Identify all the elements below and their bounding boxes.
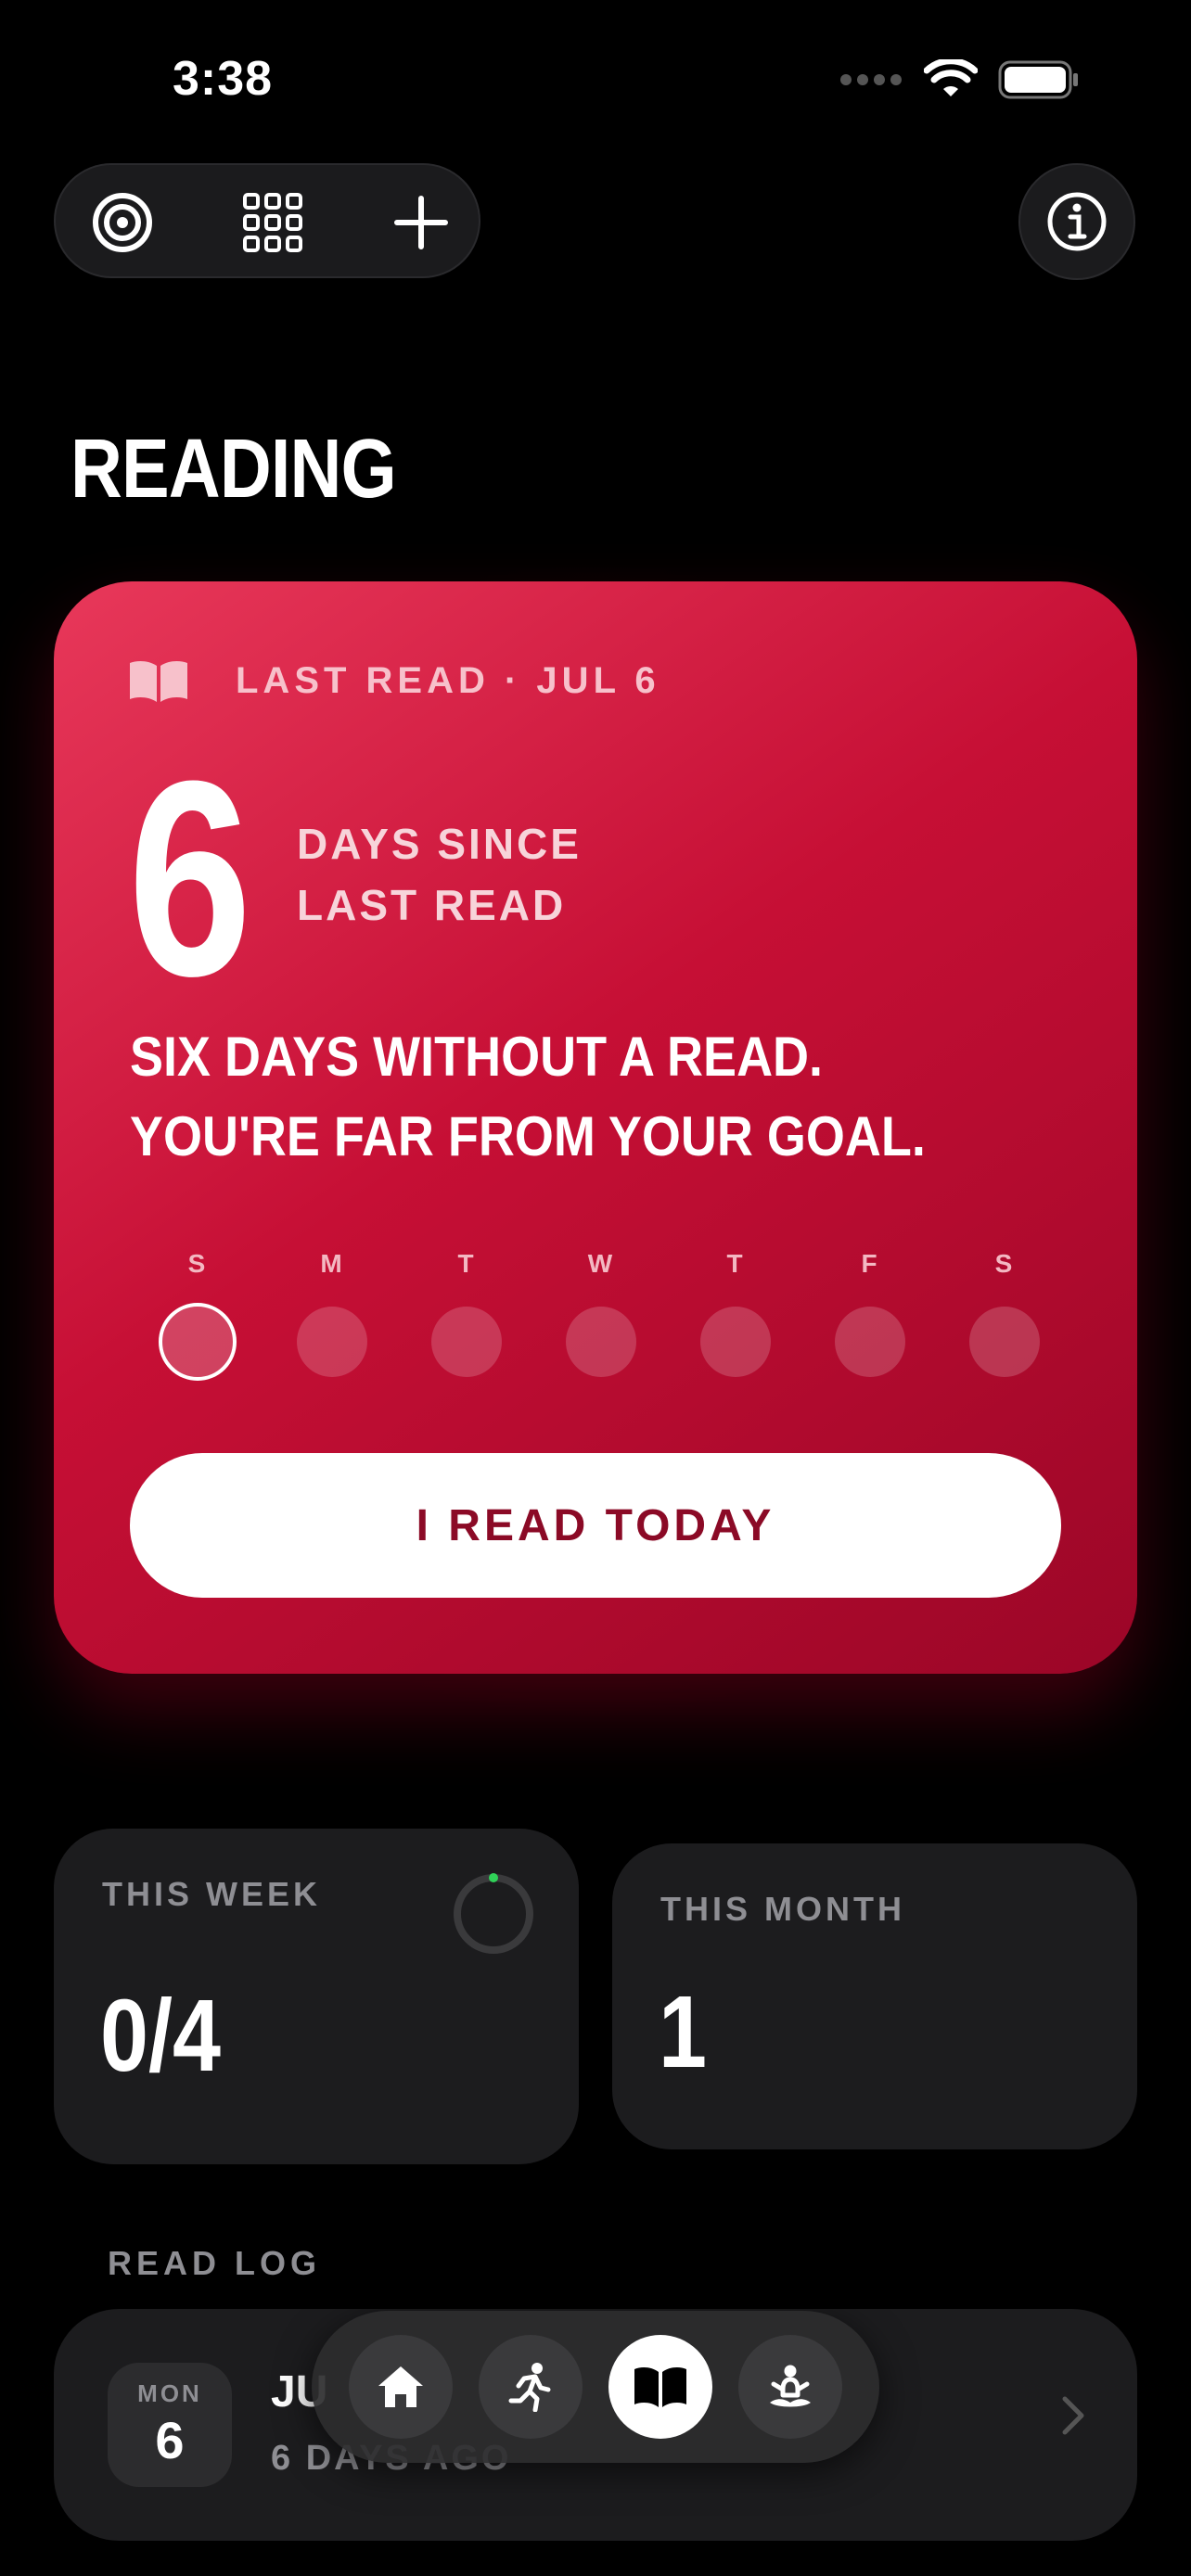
info-button[interactable] [1018,163,1135,280]
chevron-right-icon [1062,2396,1084,2435]
running-icon [508,2363,551,2412]
status-indicators [839,59,1080,100]
day-dot [431,1307,502,1377]
target-icon [93,193,152,252]
day-dot [566,1307,636,1377]
top-toolbar [54,163,480,278]
tab-bar [312,2311,879,2463]
day-dot [700,1307,771,1377]
day-dot [297,1307,367,1377]
goals-button[interactable] [89,189,156,256]
page-title: READING [70,423,397,516]
tab-home[interactable] [349,2335,453,2439]
since-line-2: LAST READ [297,881,567,929]
book-icon [634,2367,686,2407]
day-wednesday[interactable]: W [559,1249,643,1381]
day-label: T [726,1249,745,1278]
day-label: F [861,1249,879,1278]
cellular-signal-icon [840,74,902,85]
days-since-label: DAYS SINCE LAST READ [297,813,668,936]
this-month-label: THIS MONTH [660,1890,905,1928]
day-label: M [320,1249,344,1278]
battery-icon [998,60,1078,99]
badge-day-number: 6 [155,2411,185,2469]
status-message: SIX DAYS WITHOUT A READ. YOU'RE FAR FROM… [130,1026,926,1167]
this-week-label: THIS WEEK [102,1875,322,1913]
last-read-date: LAST READ · JUL 6 [236,659,660,701]
day-thursday[interactable]: T [694,1249,777,1381]
last-read-row: LAST READ · JUL 6 [128,658,660,703]
week-days-row: S M T W T F S [156,1249,1046,1381]
day-dot [835,1307,905,1377]
day-label: W [587,1249,615,1278]
home-icon [378,2366,423,2407]
week-progress-ring [454,1873,533,1954]
open-book-icon [130,661,187,702]
grid-icon [243,193,302,252]
tab-exercise[interactable] [479,2335,583,2439]
date-badge: MON 6 [108,2363,232,2487]
day-saturday[interactable]: S [963,1249,1046,1381]
this-week-card[interactable]: THIS WEEK 0/4 [54,1829,579,2164]
badge-day-of-week: MON [137,2379,202,2407]
day-dot [969,1307,1040,1377]
this-month-value: 1 [659,1975,708,2089]
day-label: S [994,1249,1015,1278]
all-habits-button[interactable] [239,189,306,256]
day-monday[interactable]: M [290,1249,374,1381]
this-month-card[interactable]: THIS MONTH 1 [612,1843,1137,2149]
i-read-today-button[interactable]: I READ TODAY [130,1453,1061,1598]
read-log-label: READ LOG [108,2244,322,2282]
day-label: T [457,1249,476,1278]
plus-icon [394,196,448,249]
days-count: 6 [128,722,252,1034]
day-sunday[interactable]: S [156,1249,239,1381]
tab-meditation[interactable] [738,2335,842,2439]
progress-start-dot [489,1873,498,1882]
this-week-value: 0/4 [100,1979,221,2093]
since-line-1: DAYS SINCE [297,820,582,868]
streak-card: LAST READ · JUL 6 6 DAYS SINCE LAST READ… [54,581,1137,1674]
meditation-icon [770,2365,811,2407]
status-time: 3:38 [173,52,274,106]
day-label: S [187,1249,208,1278]
tab-reading[interactable] [608,2335,712,2439]
day-dot-today [159,1303,237,1381]
add-button[interactable] [388,189,455,256]
day-friday[interactable]: F [828,1249,912,1381]
info-icon [1047,192,1107,251]
wifi-icon [924,59,978,96]
day-tuesday[interactable]: T [425,1249,508,1381]
